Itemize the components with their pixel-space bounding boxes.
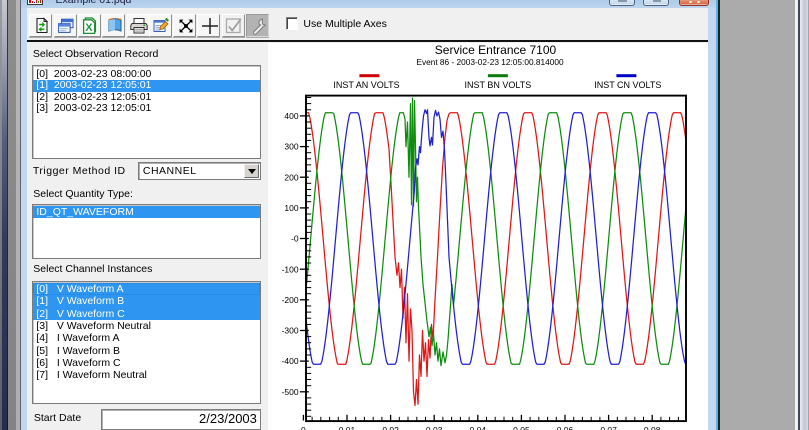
svg-text:0.06: 0.06 xyxy=(557,425,574,430)
svg-text:-400: -400 xyxy=(282,356,299,366)
svg-text:0.03: 0.03 xyxy=(426,425,443,430)
svg-text:-100: -100 xyxy=(282,264,299,274)
svg-text:-500: -500 xyxy=(282,387,299,397)
svg-text:0: 0 xyxy=(301,425,306,430)
svg-text:Service Entrance 7100: Service Entrance 7100 xyxy=(435,43,557,57)
svg-text:-0: -0 xyxy=(291,234,299,244)
svg-text:0.02: 0.02 xyxy=(382,425,399,430)
svg-text:0.07: 0.07 xyxy=(600,425,617,430)
svg-text:400: 400 xyxy=(284,111,298,121)
svg-text:-300: -300 xyxy=(282,326,299,336)
svg-text:Event 86 - 2003-02-23 12:0: Event 86 - 2003-02-23 12:05:00.814000 xyxy=(416,57,564,67)
svg-text:INST CN VOLTS: INST CN VOLTS xyxy=(594,80,661,90)
svg-text:0.05: 0.05 xyxy=(513,425,530,430)
svg-text:200: 200 xyxy=(284,172,298,182)
svg-text:0.01: 0.01 xyxy=(339,425,356,430)
svg-text:0.04: 0.04 xyxy=(470,425,487,430)
svg-text:INST AN VOLTS: INST AN VOLTS xyxy=(333,80,399,90)
svg-text:INST BN VOLTS: INST BN VOLTS xyxy=(465,80,532,90)
svg-text:300: 300 xyxy=(284,142,298,152)
svg-text:-200: -200 xyxy=(282,295,299,305)
svg-text:100: 100 xyxy=(284,203,298,213)
svg-text:0.08: 0.08 xyxy=(644,425,661,430)
